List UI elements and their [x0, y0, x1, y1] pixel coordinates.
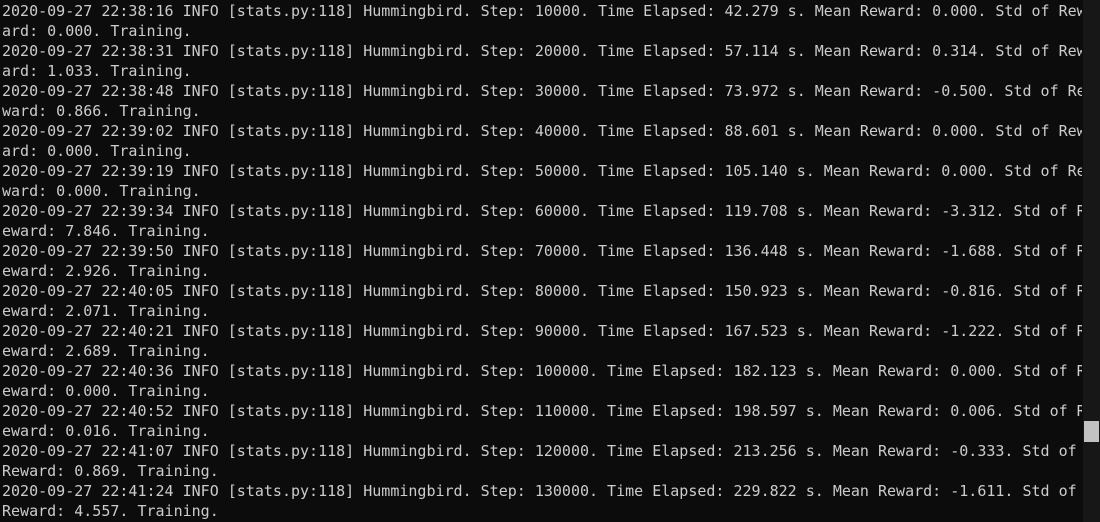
- log-line: eward: 0.000. Training.: [2, 382, 210, 400]
- log-line: 2020-09-27 22:41:24 INFO [stats.py:118] …: [2, 482, 1077, 500]
- scrollbar-thumb[interactable]: [1084, 421, 1099, 442]
- log-line: ward: 0.866. Training.: [2, 102, 201, 120]
- log-line: Reward: 4.557. Training.: [2, 502, 219, 520]
- log-line: eward: 7.846. Training.: [2, 222, 210, 240]
- log-line: 2020-09-27 22:40:52 INFO [stats.py:118] …: [2, 402, 1082, 420]
- log-line: eward: 2.926. Training.: [2, 262, 210, 280]
- log-line: eward: 2.689. Training.: [2, 342, 210, 360]
- terminal-window[interactable]: 2020-09-27 22:38:16 INFO [stats.py:118] …: [0, 0, 1083, 522]
- log-line: 2020-09-27 22:39:50 INFO [stats.py:118] …: [2, 242, 1082, 260]
- log-line: 2020-09-27 22:41:07 INFO [stats.py:118] …: [2, 442, 1077, 460]
- vertical-scrollbar[interactable]: [1083, 0, 1100, 522]
- log-line: ard: 0.000. Training.: [2, 142, 192, 160]
- log-line: 2020-09-27 22:39:19 INFO [stats.py:118] …: [2, 162, 1082, 180]
- log-line: Reward: 0.869. Training.: [2, 462, 219, 480]
- log-line: 2020-09-27 22:39:02 INFO [stats.py:118] …: [2, 122, 1082, 140]
- log-line: eward: 2.071. Training.: [2, 302, 210, 320]
- log-line: eward: 0.016. Training.: [2, 422, 210, 440]
- log-line: ward: 0.000. Training.: [2, 182, 201, 200]
- log-line: ard: 0.000. Training.: [2, 22, 192, 40]
- log-line: 2020-09-27 22:38:16 INFO [stats.py:118] …: [2, 2, 1082, 20]
- terminal-output: 2020-09-27 22:38:16 INFO [stats.py:118] …: [2, 1, 1082, 521]
- log-line: ard: 1.033. Training.: [2, 62, 192, 80]
- log-line: 2020-09-27 22:39:34 INFO [stats.py:118] …: [2, 202, 1082, 220]
- log-line: 2020-09-27 22:40:05 INFO [stats.py:118] …: [2, 282, 1082, 300]
- log-line: 2020-09-27 22:40:36 INFO [stats.py:118] …: [2, 362, 1082, 380]
- log-line: 2020-09-27 22:38:48 INFO [stats.py:118] …: [2, 82, 1082, 100]
- log-line: 2020-09-27 22:40:21 INFO [stats.py:118] …: [2, 322, 1082, 340]
- log-line: 2020-09-27 22:38:31 INFO [stats.py:118] …: [2, 42, 1082, 60]
